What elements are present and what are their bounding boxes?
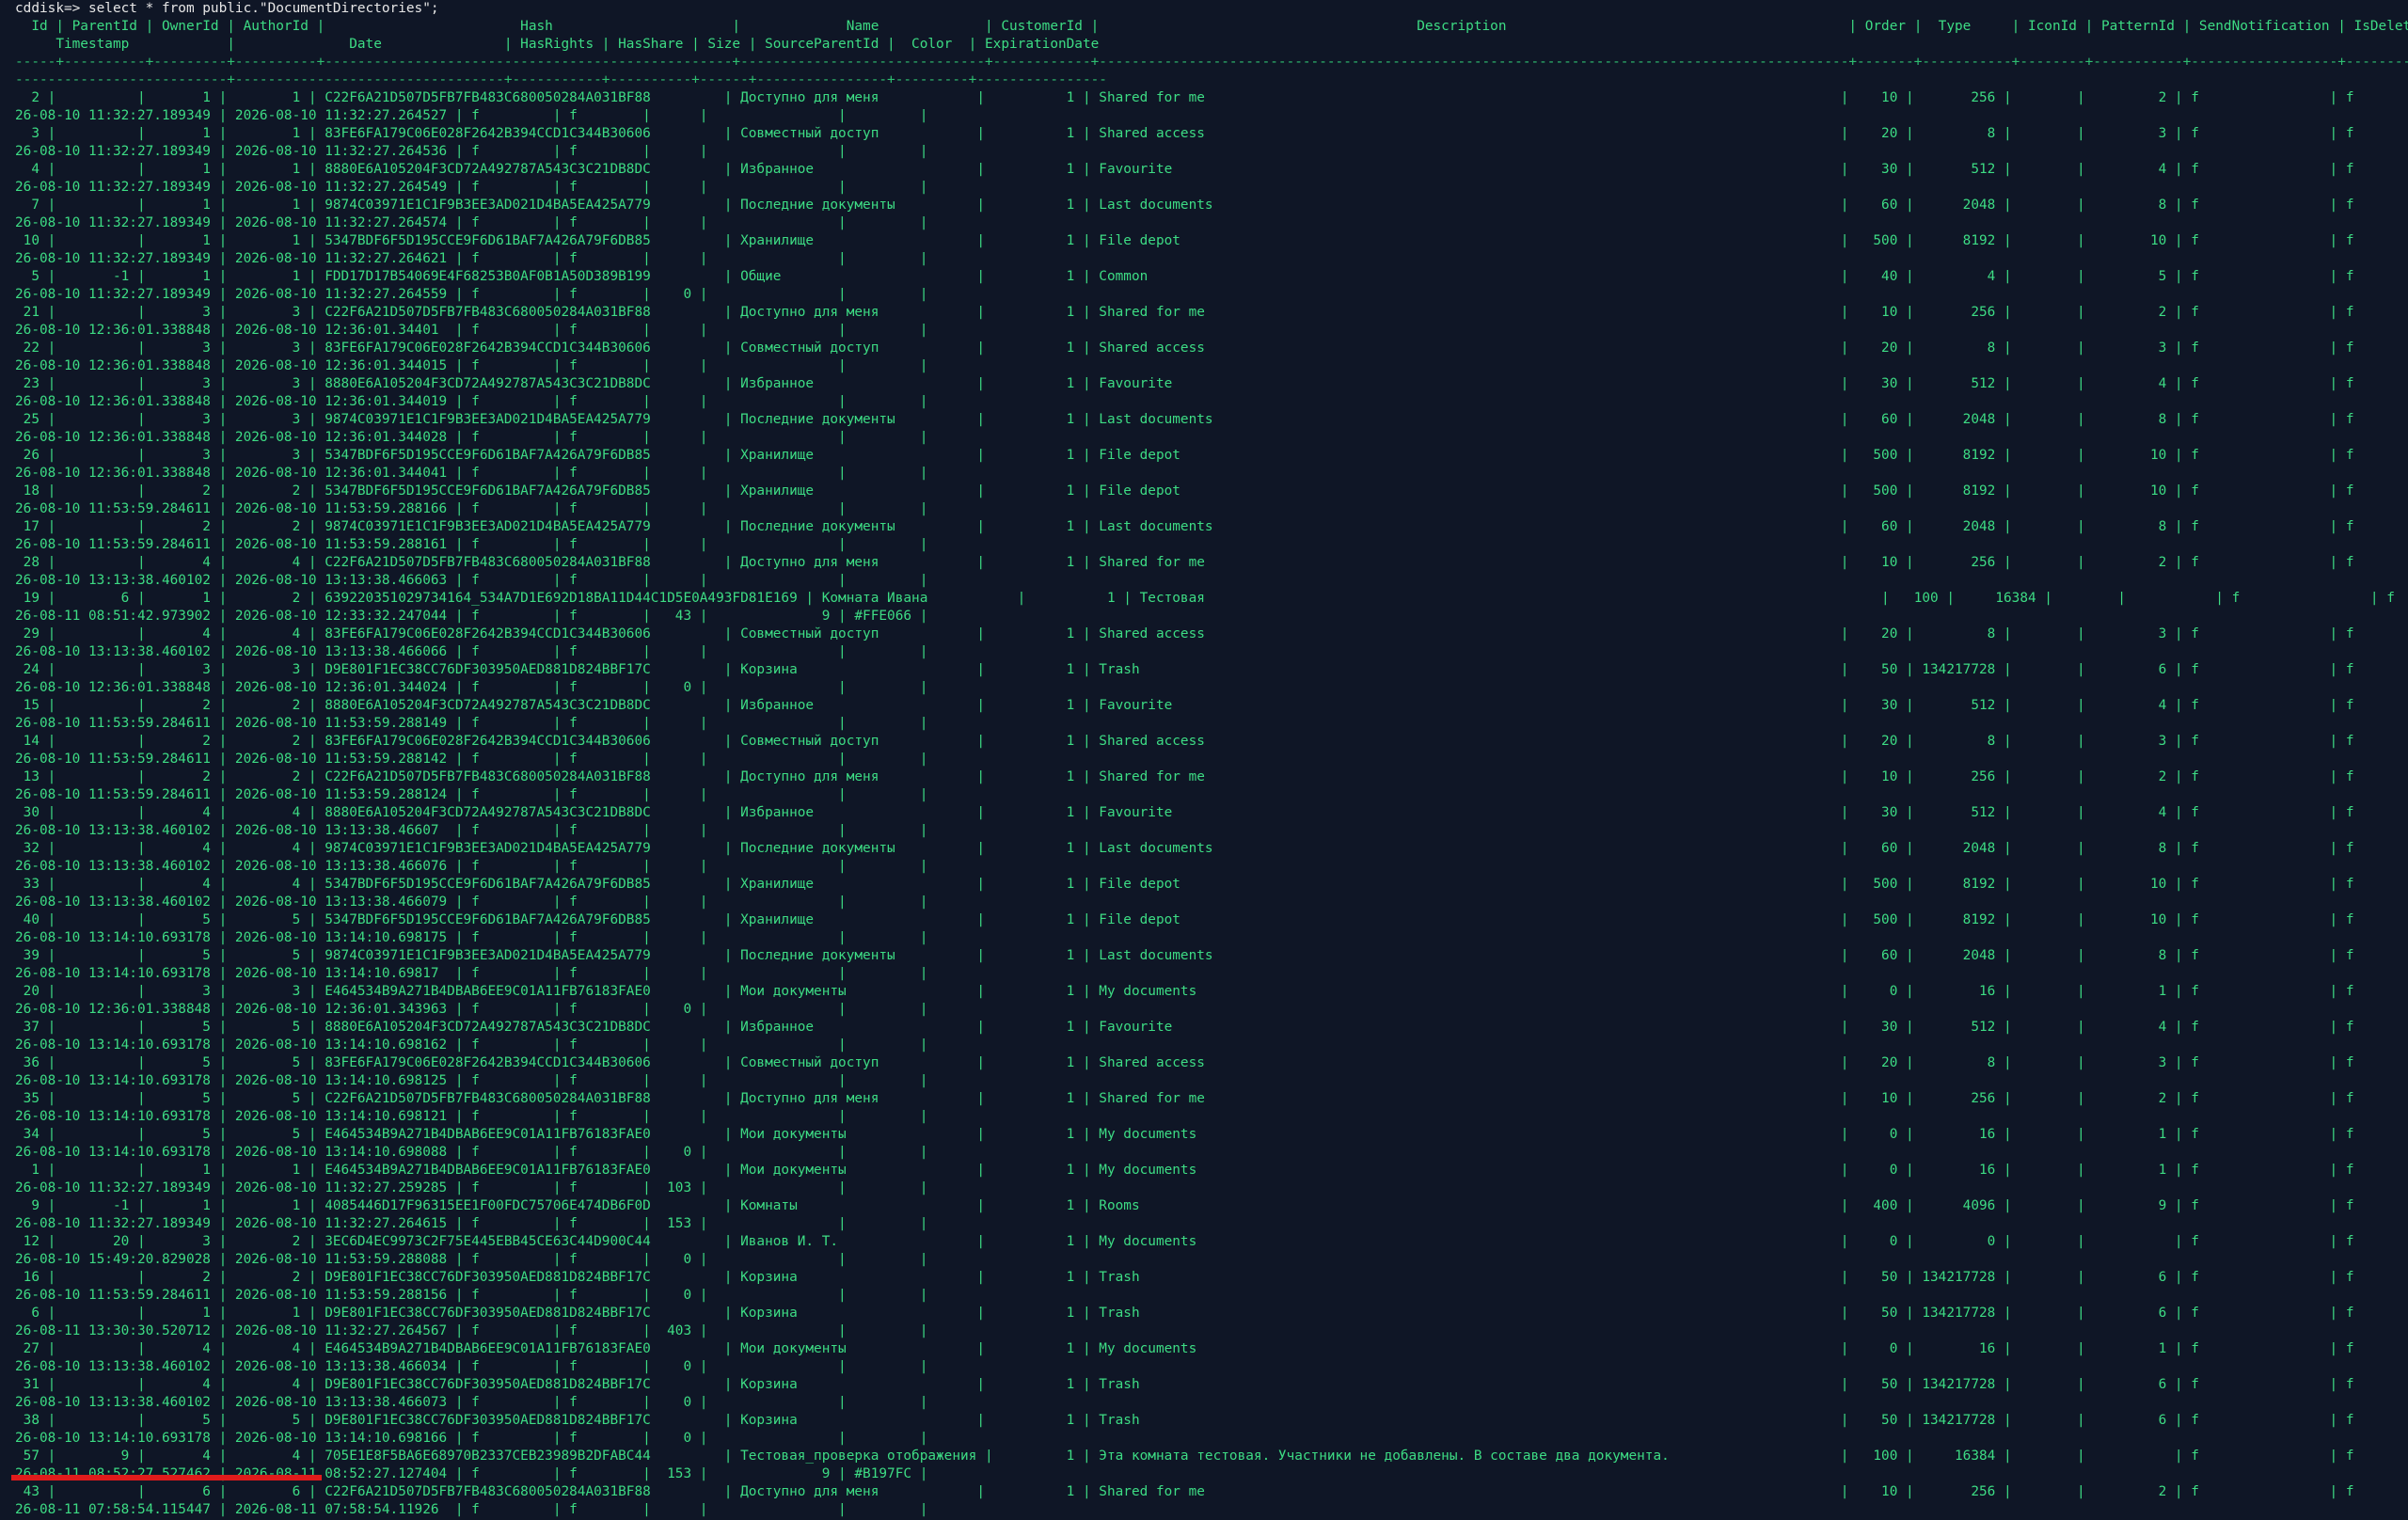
header-line-1: Id | ParentId | OwnerId | AuthorId | Has…: [15, 19, 2408, 34]
separator-line-2: --------------------------+-------------…: [15, 72, 1107, 87]
table-row-line: 26-08-10 11:32:27.189349 | 2026-08-10 11…: [15, 144, 928, 159]
table-row-line: 26-08-10 11:32:27.189349 | 2026-08-10 11…: [15, 287, 928, 302]
table-row-line: 26-08-10 12:36:01.338848 | 2026-08-10 12…: [15, 680, 928, 695]
table-row-line: 26-08-10 12:36:01.338848 | 2026-08-10 12…: [15, 394, 928, 409]
selection-highlight: [11, 1475, 322, 1480]
table-row-line: 21 | | 3 | 3 | C22F6A21D507D5FB7FB483C68…: [15, 305, 2408, 320]
table-row-line: 17 | | 2 | 2 | 9874C03971E1C1F9B3EE3AD02…: [15, 519, 2408, 534]
table-row-line: 36 | | 5 | 5 | 83FE6FA179C06E028F2642B39…: [15, 1055, 2408, 1070]
prompt-line: cddisk=> select * from public."DocumentD…: [15, 1, 439, 16]
table-row-line: 23 | | 3 | 3 | 8880E6A105204F3CD72A49278…: [15, 376, 2408, 391]
table-row-line: 26-08-10 11:53:59.284611 | 2026-08-10 11…: [15, 716, 928, 731]
table-row-line: 26-08-10 11:53:59.284611 | 2026-08-10 11…: [15, 537, 928, 552]
table-row-line: 26-08-10 13:13:38.460102 | 2026-08-10 13…: [15, 1359, 928, 1374]
table-row-line: 26-08-10 13:14:10.693178 | 2026-08-10 13…: [15, 1109, 928, 1124]
result-rows: 2 | | 1 | 1 | C22F6A21D507D5FB7FB483C680…: [15, 90, 2408, 1517]
table-row-line: 26-08-10 11:32:27.189349 | 2026-08-10 11…: [15, 1180, 928, 1195]
table-row-line: 26-08-11 08:51:42.973902 | 2026-08-10 12…: [15, 609, 928, 624]
table-row-line: 2 | | 1 | 1 | C22F6A21D507D5FB7FB483C680…: [15, 90, 2408, 105]
table-row-line: 26-08-10 11:53:59.284611 | 2026-08-10 11…: [15, 752, 928, 767]
table-row-line: 37 | | 5 | 5 | 8880E6A105204F3CD72A49278…: [15, 1020, 2408, 1035]
table-row-line: 40 | | 5 | 5 | 5347BDF6F5D195CCE9F6D61BA…: [15, 912, 2408, 927]
table-row-line: 31 | | 4 | 4 | D9E801F1EC38CC76DF303950A…: [15, 1377, 2408, 1392]
table-row-line: 9 | -1 | 1 | 1 | 4085446D17F96315EE1F00F…: [15, 1198, 2408, 1213]
table-row-line: 29 | | 4 | 4 | 83FE6FA179C06E028F2642B39…: [15, 626, 2408, 641]
table-row-line: 26-08-10 12:36:01.338848 | 2026-08-10 12…: [15, 323, 928, 338]
table-row-line: 26-08-10 15:49:20.829028 | 2026-08-10 11…: [15, 1252, 928, 1267]
terminal-output: cddisk=> select * from public."DocumentD…: [0, 0, 2408, 1519]
table-row-line: 26-08-10 12:36:01.338848 | 2026-08-10 12…: [15, 358, 928, 373]
table-row-line: 12 | 20 | 3 | 2 | 3EC6D4EC9973C2F75E445E…: [15, 1234, 2408, 1249]
table-row-line: 28 | | 4 | 4 | C22F6A21D507D5FB7FB483C68…: [15, 555, 2408, 570]
table-row-line: 26-08-10 12:36:01.338848 | 2026-08-10 12…: [15, 466, 928, 481]
header-line-2: Timestamp | Date | HasRights | HasShare …: [15, 37, 1100, 52]
table-row-line: 18 | | 2 | 2 | 5347BDF6F5D195CCE9F6D61BA…: [15, 483, 2408, 499]
table-row-line: 26-08-10 12:36:01.338848 | 2026-08-10 12…: [15, 430, 928, 445]
table-row-line: 27 | | 4 | 4 | E464534B9A271B4DBAB6EE9C0…: [15, 1341, 2408, 1356]
table-row-line: 34 | | 5 | 5 | E464534B9A271B4DBAB6EE9C0…: [15, 1127, 2408, 1142]
table-row-line: 20 | | 3 | 3 | E464534B9A271B4DBAB6EE9C0…: [15, 984, 2408, 999]
table-row-line: 26-08-10 11:32:27.189349 | 2026-08-10 11…: [15, 1216, 928, 1231]
table-row-line: 26-08-10 11:53:59.284611 | 2026-08-10 11…: [15, 787, 928, 802]
table-row-line: 16 | | 2 | 2 | D9E801F1EC38CC76DF303950A…: [15, 1270, 2408, 1285]
table-row-line: 26-08-11 13:30:30.520712 | 2026-08-10 11…: [15, 1323, 928, 1338]
table-row-line: 26-08-10 13:13:38.460102 | 2026-08-10 13…: [15, 644, 928, 659]
table-row-line: 26-08-10 11:53:59.284611 | 2026-08-10 11…: [15, 1288, 928, 1303]
table-row-line: 39 | | 5 | 5 | 9874C03971E1C1F9B3EE3AD02…: [15, 948, 2408, 963]
table-row-line: 26-08-10 13:13:38.460102 | 2026-08-10 13…: [15, 859, 928, 874]
terminal-window[interactable]: cddisk=> select * from public."DocumentD…: [0, 0, 2408, 1520]
table-row-line: 19 | 6 | 1 | 2 | 639220351029734164_534A…: [15, 591, 2408, 606]
table-row-line: 26-08-10 13:13:38.460102 | 2026-08-10 13…: [15, 1395, 928, 1410]
table-row-line: 7 | | 1 | 1 | 9874C03971E1C1F9B3EE3AD021…: [15, 198, 2408, 213]
table-row-line: 32 | | 4 | 4 | 9874C03971E1C1F9B3EE3AD02…: [15, 841, 2408, 856]
table-row-line: 57 | 9 | 4 | 4 | 705E1E8F5BA6E68970B2337…: [15, 1449, 2408, 1464]
table-row-line: 26-08-11 07:58:54.115447 | 2026-08-11 07…: [15, 1502, 928, 1517]
table-row-line: 30 | | 4 | 4 | 8880E6A105204F3CD72A49278…: [15, 805, 2408, 820]
table-row-line: 10 | | 1 | 1 | 5347BDF6F5D195CCE9F6D61BA…: [15, 233, 2408, 248]
table-row-line: 24 | | 3 | 3 | D9E801F1EC38CC76DF303950A…: [15, 662, 2408, 677]
table-row-line: 15 | | 2 | 2 | 8880E6A105204F3CD72A49278…: [15, 698, 2408, 713]
table-row-line: 26-08-10 13:14:10.693178 | 2026-08-10 13…: [15, 1145, 928, 1160]
table-row-line: 25 | | 3 | 3 | 9874C03971E1C1F9B3EE3AD02…: [15, 412, 2408, 427]
table-row-line: 26 | | 3 | 3 | 5347BDF6F5D195CCE9F6D61BA…: [15, 448, 2408, 463]
table-row-line: 3 | | 1 | 1 | 83FE6FA179C06E028F2642B394…: [15, 126, 2408, 141]
table-row-line: 22 | | 3 | 3 | 83FE6FA179C06E028F2642B39…: [15, 340, 2408, 356]
table-row-line: 26-08-10 11:32:27.189349 | 2026-08-10 11…: [15, 108, 928, 123]
table-row-line: 4 | | 1 | 1 | 8880E6A105204F3CD72A492787…: [15, 162, 2408, 177]
table-row-line: 26-08-10 13:13:38.460102 | 2026-08-10 13…: [15, 895, 928, 910]
table-row-line: 26-08-10 13:14:10.693178 | 2026-08-10 13…: [15, 930, 928, 945]
table-row-line: 43 | | 6 | 6 | C22F6A21D507D5FB7FB483C68…: [15, 1484, 2408, 1499]
table-row-line: 26-08-10 13:14:10.693178 | 2026-08-10 13…: [15, 1073, 928, 1088]
table-row-line: 26-08-10 13:14:10.693178 | 2026-08-10 13…: [15, 966, 928, 981]
table-row-line: 13 | | 2 | 2 | C22F6A21D507D5FB7FB483C68…: [15, 769, 2408, 784]
table-row-line: 38 | | 5 | 5 | D9E801F1EC38CC76DF303950A…: [15, 1413, 2408, 1428]
table-row-line: 26-08-10 11:32:27.189349 | 2026-08-10 11…: [15, 180, 928, 195]
table-row-line: 35 | | 5 | 5 | C22F6A21D507D5FB7FB483C68…: [15, 1091, 2408, 1106]
table-row-line: 1 | | 1 | 1 | E464534B9A271B4DBAB6EE9C01…: [15, 1163, 2408, 1178]
table-row-line: 26-08-10 12:36:01.338848 | 2026-08-10 12…: [15, 1002, 928, 1017]
table-row-line: 26-08-10 13:13:38.460102 | 2026-08-10 13…: [15, 823, 928, 838]
table-row-line: 14 | | 2 | 2 | 83FE6FA179C06E028F2642B39…: [15, 734, 2408, 749]
table-row-line: 26-08-10 11:32:27.189349 | 2026-08-10 11…: [15, 251, 928, 266]
table-row-line: 6 | | 1 | 1 | D9E801F1EC38CC76DF303950AE…: [15, 1306, 2408, 1321]
separator-line: -----+----------+---------+----------+--…: [15, 55, 2408, 70]
table-row-line: 33 | | 4 | 4 | 5347BDF6F5D195CCE9F6D61BA…: [15, 877, 2408, 892]
table-row-line: 5 | -1 | 1 | 1 | FDD17D17B54069E4F68253B…: [15, 269, 2408, 284]
table-row-line: 26-08-10 13:13:38.460102 | 2026-08-10 13…: [15, 573, 928, 588]
table-row-line: 26-08-10 11:53:59.284611 | 2026-08-10 11…: [15, 501, 928, 516]
table-row-line: 26-08-10 11:32:27.189349 | 2026-08-10 11…: [15, 215, 928, 230]
table-row-line: 26-08-10 13:14:10.693178 | 2026-08-10 13…: [15, 1037, 928, 1053]
table-row-line: 26-08-10 13:14:10.693178 | 2026-08-10 13…: [15, 1431, 928, 1446]
